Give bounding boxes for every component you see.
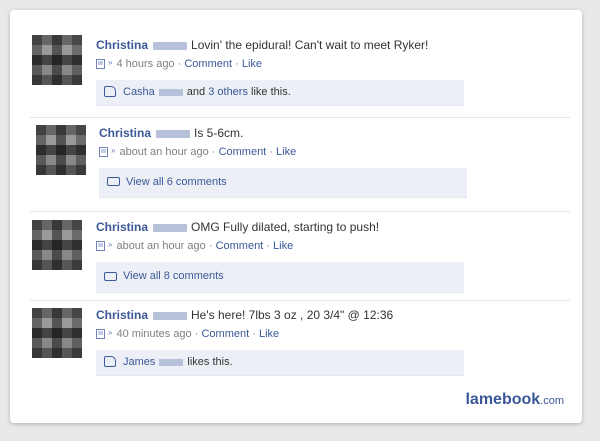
status-message: He's here! 7lbs 3 oz , 20 3/4" @ 12:36 — [191, 308, 394, 322]
author-name[interactable]: Christina — [96, 38, 148, 52]
view-comments-link[interactable]: View all 6 comments — [126, 176, 227, 188]
comments-box: View all 8 comments — [96, 262, 464, 293]
likes-box: Casha and 3 others like this. — [96, 80, 464, 106]
blurred-surname — [153, 223, 188, 232]
comment-link[interactable]: Comment — [216, 240, 264, 252]
lamebook-card: Christina Lovin' the epidural! Can't wait… — [10, 10, 582, 423]
author-name[interactable]: Christina — [96, 308, 148, 322]
avatar[interactable] — [36, 125, 86, 175]
post-divider — [30, 211, 570, 212]
timestamp: about an hour ago — [116, 240, 206, 252]
blurred-surname — [158, 88, 183, 96]
lamebook-logo: lamebook.com — [465, 391, 564, 409]
timestamp: 4 hours ago — [116, 58, 175, 70]
like-link[interactable]: Like — [242, 58, 262, 70]
status-line: Christina He's here! 7lbs 3 oz , 20 3/4" … — [96, 308, 393, 322]
brand-tld: .com — [540, 395, 564, 407]
avatar[interactable] — [32, 35, 82, 85]
status-line: Christina Lovin' the epidural! Can't wait… — [96, 38, 428, 52]
mobile-upload-icon — [99, 147, 108, 158]
likes-box: James likes this. — [96, 350, 464, 376]
comment-link[interactable]: Comment — [201, 328, 249, 340]
blurred-surname — [153, 311, 188, 320]
like-link[interactable]: Like — [273, 240, 293, 252]
avatar[interactable] — [32, 220, 82, 270]
post-meta: » about an hour ago · Comment · Like — [99, 146, 296, 158]
status-message: OMG Fully dilated, starting to push! — [191, 220, 380, 234]
timestamp: 40 minutes ago — [116, 328, 192, 340]
post-meta: » about an hour ago · Comment · Like — [96, 240, 293, 252]
mobile-upload-icon — [96, 59, 105, 70]
status-message: Is 5-6cm. — [194, 126, 244, 140]
mobile-upload-icon — [96, 241, 105, 252]
timestamp: about an hour ago — [119, 146, 209, 158]
comment-bubble-icon — [104, 272, 117, 281]
comment-bubble-icon — [107, 177, 120, 186]
post-meta: » 4 hours ago · Comment · Like — [96, 58, 262, 70]
brand-name: lamebook — [465, 391, 541, 408]
status-line: Christina OMG Fully dilated, starting to … — [96, 220, 379, 234]
thumbs-up-icon — [104, 356, 116, 367]
thumbs-up-icon — [104, 86, 116, 97]
like-link[interactable]: Like — [276, 146, 296, 158]
avatar[interactable] — [32, 308, 82, 358]
post-divider — [30, 117, 570, 118]
blurred-surname — [156, 129, 191, 138]
author-name[interactable]: Christina — [96, 220, 148, 234]
blurred-surname — [153, 41, 188, 50]
comments-box: View all 6 comments — [99, 168, 467, 198]
liker-name[interactable]: James — [123, 356, 155, 368]
others-link[interactable]: 3 others — [208, 86, 248, 98]
liker-name[interactable]: Casha — [123, 86, 155, 98]
like-link[interactable]: Like — [259, 328, 279, 340]
status-message: Lovin' the epidural! Can't wait to meet … — [191, 38, 429, 52]
view-comments-link[interactable]: View all 8 comments — [123, 270, 224, 282]
post-divider — [30, 300, 570, 301]
mobile-upload-icon — [96, 329, 105, 340]
comment-link[interactable]: Comment — [219, 146, 267, 158]
status-line: Christina Is 5-6cm. — [99, 126, 243, 140]
blurred-surname — [159, 358, 184, 366]
author-name[interactable]: Christina — [99, 126, 151, 140]
post-meta: » 40 minutes ago · Comment · Like — [96, 328, 279, 340]
comment-link[interactable]: Comment — [184, 58, 232, 70]
